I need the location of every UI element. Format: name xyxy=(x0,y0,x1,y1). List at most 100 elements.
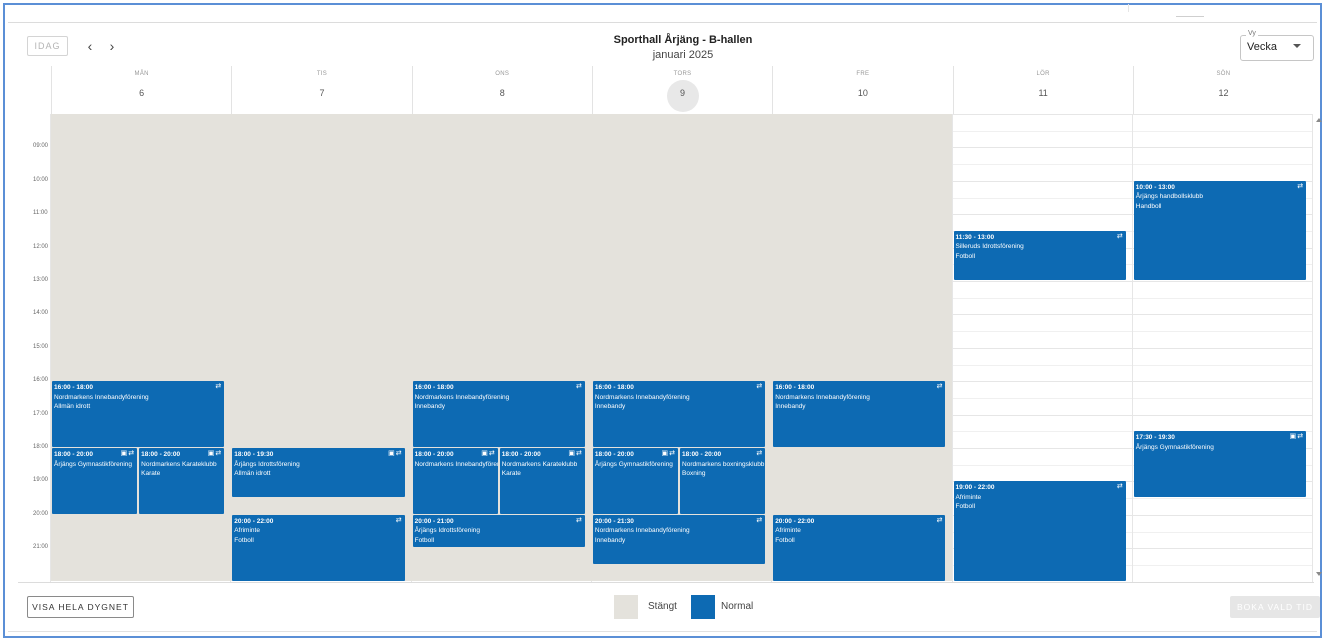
calendar-title: Sporthall Årjäng - B-hallen xyxy=(613,34,753,46)
event-time: 10:00 - 13:00 xyxy=(1135,183,1175,191)
scroll-up-icon[interactable] xyxy=(1316,118,1322,122)
booking-event[interactable]: ▣⇄ 18:00 - 20:00 Nordmarkens Karateklubb Ka… xyxy=(499,448,585,514)
lock-icon: ▣ xyxy=(568,450,577,457)
day-header[interactable]: LÖR 11 xyxy=(952,66,1133,114)
day-of-week: MÅN xyxy=(134,71,149,77)
event-organisation: Afriminte xyxy=(234,527,260,535)
day-column-line xyxy=(1312,114,1314,582)
today-button[interactable]: IDAG xyxy=(27,36,68,56)
booking-event[interactable]: ⇄ 11:30 - 13:00 Silleruds Idrottsförening F… xyxy=(953,230,1126,280)
event-organisation: Årjängs Gymnastikförening xyxy=(1135,443,1214,451)
legend-swatch-closed xyxy=(614,595,638,619)
day-of-week: TORS xyxy=(673,71,692,77)
event-icons: ▣⇄ xyxy=(121,449,136,459)
chevron-left-icon[interactable]: ‹ xyxy=(82,36,98,56)
event-time: 18:00 - 20:00 xyxy=(682,451,722,458)
book-selected-time-button[interactable]: BOKA VALD TID xyxy=(1230,596,1320,618)
booking-event[interactable]: ⇄ 20:00 - 21:00 Årjängs Idrottsförening Fot… xyxy=(412,514,585,548)
day-header[interactable]: ONS 8 xyxy=(411,66,592,114)
day-number: 12 xyxy=(1218,88,1229,98)
day-header[interactable]: FRE 10 xyxy=(772,66,952,114)
event-activity: Innebandy xyxy=(775,403,806,411)
repeat-icon: ⇄ xyxy=(215,450,223,457)
booking-event[interactable]: ⇄ 16:00 - 18:00 Nordmarkens Innebandyfören… xyxy=(52,381,225,447)
event-organisation: Nordmarkens Innebandyförening xyxy=(594,393,690,401)
time-label: 09:00 xyxy=(33,143,49,150)
booking-event[interactable]: ⇄ 20:00 - 22:00 Afriminte Fotboll xyxy=(773,514,946,581)
day-header[interactable]: TORS 9 xyxy=(591,66,772,114)
booking-event[interactable]: ▣⇄ 18:00 - 20:00 Årjängs Gymnastikförening xyxy=(592,448,679,514)
show-all-day-button[interactable]: VISA HELA DYGNET xyxy=(27,596,134,618)
time-label: 15:00 xyxy=(33,343,49,350)
day-header[interactable]: SÖN 12 xyxy=(1132,66,1313,114)
event-icons: ⇄ xyxy=(756,449,763,459)
scroll-down-icon[interactable] xyxy=(1316,572,1322,576)
day-number: 9 xyxy=(680,88,686,98)
divider xyxy=(1176,16,1204,17)
event-icons: ⇄ xyxy=(937,382,944,392)
repeat-icon: ⇄ xyxy=(395,516,403,524)
legend-label-normal: Normal xyxy=(721,601,754,612)
calendar-month: januari 2025 xyxy=(652,49,714,61)
day-of-week: SÖN xyxy=(1216,71,1231,77)
event-icons: ▣⇄ xyxy=(568,449,583,459)
event-activity: Handboll xyxy=(1135,202,1162,210)
chevron-down-icon[interactable] xyxy=(1293,44,1301,48)
chevron-right-icon[interactable]: › xyxy=(104,36,120,56)
repeat-icon: ⇄ xyxy=(1297,433,1305,441)
repeat-icon: ⇄ xyxy=(669,450,677,457)
day-number: 10 xyxy=(857,88,868,98)
event-time: 16:00 - 18:00 xyxy=(414,384,454,392)
day-number: 11 xyxy=(1038,88,1048,98)
divider xyxy=(18,582,1314,583)
event-activity: Fotboll xyxy=(234,536,254,544)
event-activity: Karate xyxy=(501,470,521,477)
event-time: 20:00 - 21:00 xyxy=(414,517,454,525)
day-of-week: ONS xyxy=(495,71,510,77)
view-select-value[interactable]: Vecka xyxy=(1247,41,1277,53)
booking-event[interactable]: ⇄ 16:00 - 18:00 Nordmarkens Innebandyfören… xyxy=(592,381,766,447)
booking-event[interactable]: ⇄ 18:00 - 20:00 Nordmarkens boxningsklubb B… xyxy=(680,448,766,514)
event-activity: Allmän idrott xyxy=(234,470,271,477)
booking-event[interactable]: ▣⇄ 18:00 - 19:30 Årjängs Idrottsförening Al… xyxy=(232,448,405,498)
booking-event[interactable]: ⇄ 10:00 - 13:00 Årjängs handbollsklubb Hand… xyxy=(1133,180,1307,280)
event-organisation: Nordmarkens Innebandyförening xyxy=(54,393,149,401)
time-label: 16:00 xyxy=(33,377,49,384)
event-time: 18:00 - 19:30 xyxy=(234,451,274,458)
repeat-icon: ⇄ xyxy=(128,450,136,457)
booking-event[interactable]: ⇄ 16:00 - 18:00 Nordmarkens Innebandyfören… xyxy=(773,381,946,447)
time-label: 21:00 xyxy=(33,544,49,551)
booking-event[interactable]: ⇄ 20:00 - 22:00 Afriminte Fotboll xyxy=(232,514,405,581)
event-organisation: Årjängs Gymnastikförening xyxy=(54,460,133,468)
time-label: 13:00 xyxy=(33,277,49,283)
booking-event[interactable]: ⇄ 20:00 - 21:30 Nordmarkens Innebandyfören… xyxy=(592,514,766,564)
repeat-icon: ⇄ xyxy=(576,516,583,524)
booking-event[interactable]: ▣⇄ 18:00 - 20:00 Årjängs Gymnastikförening xyxy=(52,448,138,514)
event-time: 19:00 - 22:00 xyxy=(955,484,995,492)
lock-icon: ▣ xyxy=(481,450,489,457)
event-icons: ⇄ xyxy=(756,516,763,526)
booking-event[interactable]: ▣⇄ 18:00 - 20:00 Nordmarkens Karateklubb Ka… xyxy=(139,448,225,514)
booking-event[interactable]: ⇄ 19:00 - 22:00 Afriminte Fotboll xyxy=(953,481,1126,581)
event-organisation: Afriminte xyxy=(955,493,982,501)
event-icons: ⇄ xyxy=(937,516,944,526)
event-icons: ▣⇄ xyxy=(662,449,677,459)
repeat-icon: ⇄ xyxy=(488,450,496,457)
event-organisation: Nordmarkens boxningsklubb xyxy=(682,460,765,468)
event-organisation: Nordmarkens Innebandyförening xyxy=(414,460,498,468)
booking-event[interactable]: ▣⇄ 18:00 - 20:00 Nordmarkens Innebandyföre… xyxy=(412,448,498,514)
event-time: 11:30 - 13:00 xyxy=(955,233,995,241)
event-icons: ▣⇄ xyxy=(388,449,403,459)
booking-event[interactable]: ▣⇄ 17:30 - 19:30 Årjängs Gymnastikförening xyxy=(1133,431,1307,498)
repeat-icon: ⇄ xyxy=(936,516,944,524)
day-header[interactable]: MÅN 6 xyxy=(51,66,231,114)
event-time: 16:00 - 18:00 xyxy=(775,384,815,392)
event-icons: ▣⇄ xyxy=(208,449,223,459)
lock-icon: ▣ xyxy=(661,450,670,457)
view-select-label: Vy xyxy=(1246,30,1258,37)
event-activity: Karate xyxy=(141,470,161,477)
event-organisation: Nordmarkens Innebandyförening xyxy=(775,393,870,401)
booking-event[interactable]: ⇄ 16:00 - 18:00 Nordmarkens Innebandyfören… xyxy=(412,381,585,447)
event-organisation: Silleruds Idrottsförening xyxy=(955,243,1024,251)
day-header[interactable]: TIS 7 xyxy=(231,66,411,114)
